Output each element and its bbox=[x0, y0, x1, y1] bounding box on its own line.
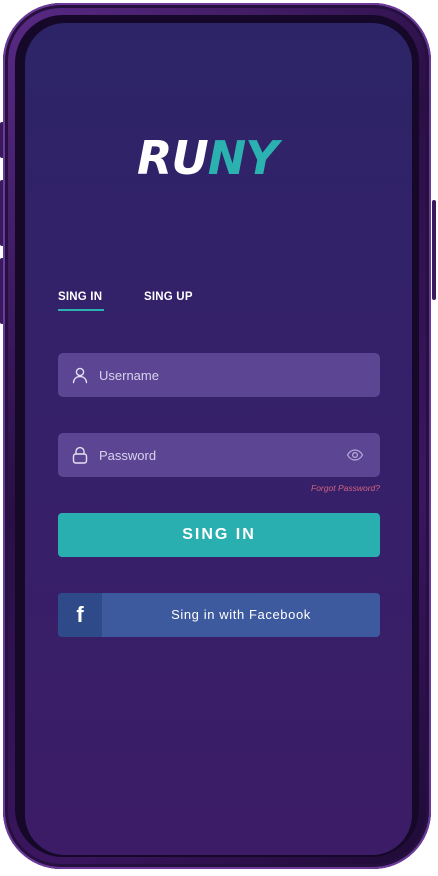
facebook-button-label: Sing in with Facebook bbox=[171, 607, 311, 622]
password-field[interactable] bbox=[58, 433, 380, 477]
forgot-password-link[interactable]: Forgot Password? bbox=[311, 483, 380, 493]
active-tab-indicator bbox=[58, 309, 104, 311]
facebook-icon: f bbox=[58, 593, 102, 637]
sign-in-button[interactable]: SING IN bbox=[58, 513, 380, 557]
power-button bbox=[432, 200, 436, 300]
eye-icon[interactable] bbox=[346, 447, 364, 463]
logo-text-ru: RU bbox=[137, 131, 209, 185]
username-input[interactable] bbox=[99, 353, 339, 397]
logo-text-ny: NY bbox=[207, 131, 279, 185]
login-screen: RUNY SING IN SING UP Forgot bbox=[25, 23, 412, 855]
tab-sign-in[interactable]: SING IN bbox=[58, 291, 102, 303]
tab-sign-up[interactable]: SING UP bbox=[144, 291, 193, 303]
lock-icon bbox=[72, 446, 88, 464]
user-icon bbox=[72, 367, 88, 384]
username-field[interactable] bbox=[58, 353, 380, 397]
phone-mockup: RUNY SING IN SING UP Forgot bbox=[0, 0, 438, 876]
app-logo: RUNY bbox=[137, 133, 307, 183]
password-input[interactable] bbox=[99, 433, 339, 477]
facebook-sign-in-button[interactable]: f Sing in with Facebook bbox=[58, 593, 380, 637]
